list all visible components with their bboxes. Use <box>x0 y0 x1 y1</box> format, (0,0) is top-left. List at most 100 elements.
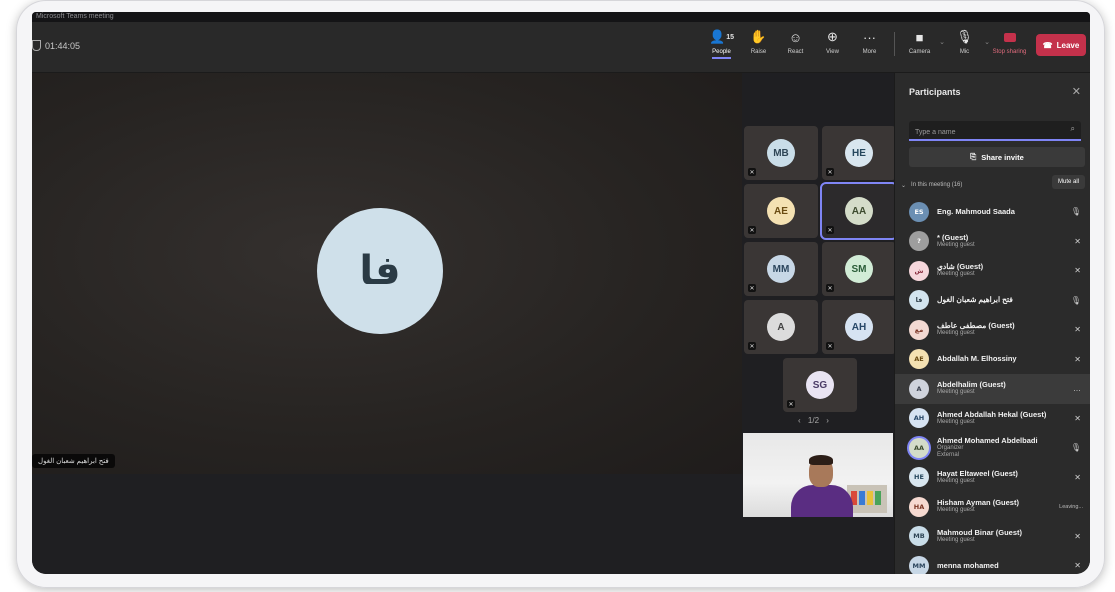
stop-sharing-button[interactable]: Stop sharing <box>991 28 1028 55</box>
camera-button[interactable]: ■ Camera <box>901 28 938 56</box>
elapsed-time: 01:44:05 <box>45 40 81 51</box>
avatar: HA <box>909 496 929 517</box>
participant-name: Ahmed Mohamed Abdelbadi <box>937 436 1038 445</box>
participant-info: Hayat Eltaweel (Guest) Meeting guest <box>937 470 1065 485</box>
avatar: AH <box>909 408 929 429</box>
gallery-tile[interactable]: AE ✕ <box>744 184 818 238</box>
participant-row[interactable]: MB Mahmoud Binar (Guest) Meeting guest ✕ <box>895 522 1090 552</box>
camera-options-chevron-icon[interactable]: ⌄ <box>938 38 946 46</box>
more-button[interactable]: ··· More <box>851 28 888 56</box>
participant-name: Abdelhalim (Guest) <box>937 381 1006 390</box>
person-hair <box>809 455 833 465</box>
participant-role: Meeting guest <box>937 536 975 543</box>
tile-avatar: SG <box>806 371 834 399</box>
participant-row[interactable]: A Abdelhalim (Guest) Meeting guest… <box>895 374 1090 404</box>
chevron-right-icon[interactable]: › <box>826 416 829 425</box>
muted-mic-icon: ✕ <box>1074 236 1081 246</box>
participant-row[interactable]: فا فتح ابراهيم شعبان الغول 🎙 <box>895 286 1090 316</box>
muted-mic-icon: ✕ <box>1074 354 1081 364</box>
self-video-preview[interactable] <box>743 433 893 517</box>
gallery-tile[interactable]: AH ✕ <box>822 300 896 354</box>
share-invite-button[interactable]: ⎘ Share invite <box>909 147 1085 167</box>
participant-search[interactable]: ⌕ <box>909 121 1081 141</box>
participant-row[interactable]: ش شادي (Guest) Meeting guest ✕ <box>895 256 1090 286</box>
people-icon: 👤 <box>709 29 726 44</box>
mic-options-chevron-icon[interactable]: ⌄ <box>983 38 991 46</box>
avatar: فا <box>909 290 929 311</box>
raise-label: Raise <box>750 49 767 55</box>
participant-name: فتح ابراهيم شعبان الغول <box>937 296 1013 305</box>
avatar: AE <box>909 349 929 370</box>
participant-row[interactable]: ES Eng. Mahmoud Saada 🎙 <box>895 197 1090 227</box>
participant-list: ES Eng. Mahmoud Saada 🎙? * (Guest) Meeting g… <box>895 197 1090 574</box>
gallery-tile[interactable]: HE ✕ <box>822 126 896 180</box>
participant-role: Organizer <box>937 444 964 451</box>
leave-button[interactable]: ☎ Leave <box>1036 34 1086 56</box>
search-icon: ⌕ <box>1070 124 1075 133</box>
stop-share-icon <box>1003 32 1016 42</box>
participant-tag: External <box>937 451 960 458</box>
react-label: React <box>787 49 804 55</box>
view-button[interactable]: ⊕ View <box>814 28 851 55</box>
muted-mic-icon: ✕ <box>1074 325 1081 335</box>
people-button[interactable]: 👤 15 People <box>703 28 740 59</box>
avatar: ES <box>909 201 929 222</box>
muted-mic-icon: ✕ <box>748 284 756 292</box>
participant-row[interactable]: مع مصطفى عاطف (Guest) Meeting guest ✕ <box>895 315 1090 345</box>
participant-row[interactable]: MM menna mohamed ✕ <box>895 551 1090 574</box>
participant-row[interactable]: AH Ahmed Abdallah Hekal (Guest) Meeting gu… <box>895 404 1090 434</box>
background-shelf <box>847 485 887 513</box>
person-body <box>791 485 853 517</box>
camera-icon: ■ <box>915 29 924 45</box>
mic-button[interactable]: 🎙 Mic <box>946 28 983 55</box>
participant-name: مصطفى عاطف (Guest) <box>937 322 1015 331</box>
participant-row[interactable]: AE Abdallah M. Elhossiny ✕ <box>895 345 1090 375</box>
participant-name: شادي (Guest) <box>937 263 984 272</box>
participant-info: Ahmed Mohamed Abdelbadi Organizer External <box>937 437 1065 459</box>
gallery-tile[interactable]: MM ✕ <box>744 242 818 296</box>
muted-mic-icon: ✕ <box>748 226 756 234</box>
close-icon[interactable]: ✕ <box>1072 85 1081 98</box>
muted-mic-icon: ✕ <box>1074 531 1081 541</box>
speaker-name-label: فتح ابراهيم شعبان الغول <box>32 454 115 468</box>
avatar: A <box>909 378 929 399</box>
microphone-icon: 🎙 <box>1070 295 1081 305</box>
leave-label: Leave <box>1056 40 1080 50</box>
participant-row[interactable]: HE Hayat Eltaweel (Guest) Meeting guest ✕ <box>895 463 1090 493</box>
search-input[interactable] <box>909 124 1065 141</box>
more-icon: ··· <box>863 29 876 45</box>
participant-row[interactable]: HA Hisham Ayman (Guest) Meeting guest Leavi… <box>895 492 1090 522</box>
participant-row[interactable]: ? * (Guest) Meeting guest ✕ <box>895 227 1090 257</box>
participant-info: Hisham Ayman (Guest) Meeting guest <box>937 499 1065 514</box>
avatar: ? <box>909 231 929 252</box>
avatar: MM <box>909 555 929 574</box>
chevron-down-icon: ⌄ <box>901 182 907 189</box>
participant-name: Hisham Ayman (Guest) <box>937 499 1019 508</box>
participant-info: * (Guest) Meeting guest <box>937 234 1065 249</box>
gallery-pager[interactable]: ‹ 1/2 › <box>798 416 829 425</box>
chevron-left-icon[interactable]: ‹ <box>798 416 801 425</box>
gallery-tile[interactable]: SG ✕ <box>783 358 857 412</box>
muted-mic-icon: ✕ <box>826 342 834 350</box>
muted-mic-icon: ✕ <box>748 168 756 176</box>
muted-mic-icon: ✕ <box>748 342 756 350</box>
raise-hand-button[interactable]: ✋ Raise <box>740 28 777 55</box>
gallery-tile[interactable]: AA ✕ <box>820 182 898 240</box>
mute-all-button[interactable]: Mute all <box>1051 175 1085 189</box>
main-speaker-video[interactable]: فا فتح ابراهيم شعبان الغول <box>32 73 742 474</box>
participant-role: Meeting guest <box>937 241 975 248</box>
gallery-tile[interactable]: A ✕ <box>744 300 818 354</box>
muted-mic-icon: ✕ <box>1074 561 1081 571</box>
more-options-icon[interactable]: … <box>1073 384 1081 393</box>
react-button[interactable]: ☺ React <box>777 28 814 56</box>
avatar: AA <box>909 437 929 458</box>
participant-role: Meeting guest <box>937 330 975 337</box>
gallery-tile[interactable]: MB ✕ <box>744 126 818 180</box>
page-indicator: 1/2 <box>807 416 820 425</box>
avatar: MB <box>909 526 929 547</box>
share-icon: ⎘ <box>970 152 977 161</box>
gallery-tile[interactable]: SM ✕ <box>822 242 896 296</box>
participant-name: Mahmoud Binar (Guest) <box>937 528 1023 537</box>
participant-row[interactable]: AA Ahmed Mohamed Abdelbadi Organizer Extern… <box>895 433 1090 463</box>
muted-mic-icon: ✕ <box>1074 472 1081 482</box>
